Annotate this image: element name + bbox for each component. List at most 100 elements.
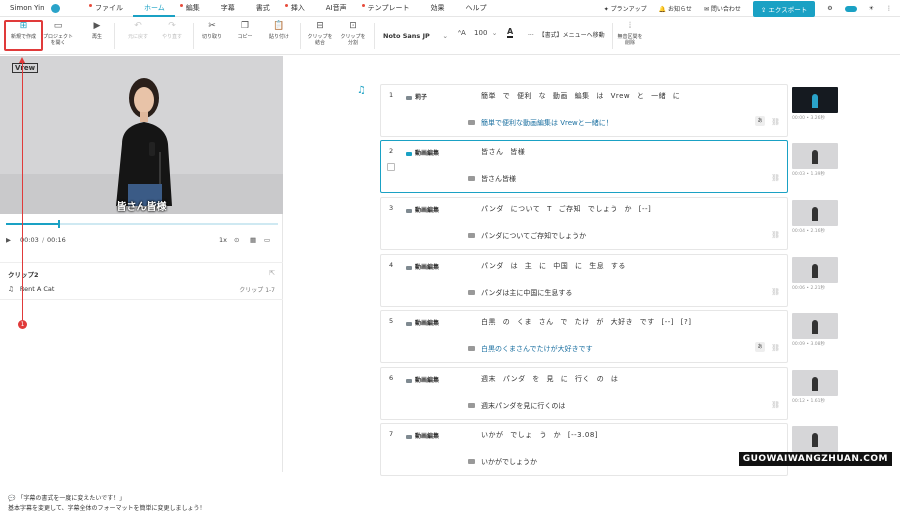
clip-row[interactable]: 2 動画編集 皆さん 皆様 皆さん皆様 ⛓ [380, 140, 788, 193]
menu-item[interactable]: 挿入 [280, 0, 315, 17]
external-link-icon[interactable]: ⇱ [269, 269, 275, 277]
speaker-icon [406, 321, 412, 326]
menu-item[interactable]: AI音声 [315, 0, 357, 17]
clip-words[interactable]: 皆さん 皆様 [481, 147, 525, 157]
clip-words[interactable]: パンダ は 主 に 中国 に 生息 する [481, 261, 626, 271]
copy-button[interactable]: ❐ コピー [234, 21, 256, 40]
clip-thumbnail-column [792, 423, 838, 476]
font-size-control[interactable]: ᴬA 100 ⌄ [458, 29, 498, 37]
clip-number: 2 [389, 147, 394, 155]
format-menu-link[interactable]: ··· 【書式】メニューへ移動 [528, 30, 605, 39]
clip-thumbnail[interactable] [792, 87, 838, 113]
plan-upgrade-link[interactable]: ✦ プランアップ [604, 4, 647, 13]
link-icon[interactable]: ⛓ [771, 401, 780, 409]
clip-row[interactable]: 4 動画編集 パンダ は 主 に 中国 に 生息 する パンダは主に中国に生息する ⛓ [380, 254, 788, 307]
thumbnail-figure [812, 433, 818, 447]
copy-icon: ❐ [240, 21, 250, 31]
link-icon[interactable]: ⛓ [771, 344, 780, 352]
clip-row[interactable]: 1 莉子 簡単 で 便利 な 動画 編集 は Vrew と 一緒 に簡単で便利な動画… [380, 84, 788, 137]
paste-button[interactable]: 📋 貼り付け [266, 21, 292, 40]
new-dot-icon [89, 3, 92, 7]
contact-link[interactable]: ✉ 問い合わせ [704, 4, 741, 13]
toolbar-divider [114, 23, 115, 49]
link-icon[interactable]: ⛓ [771, 118, 780, 126]
undo-button[interactable]: ↶ 元に戻す [124, 21, 152, 40]
clip-words[interactable]: 白黒 の くま さん で たけ が 大好き です [--] [?] [481, 317, 691, 327]
speaker-selector[interactable]: 動画編集 [406, 375, 439, 384]
text-style-button[interactable]: あ [755, 116, 765, 126]
fullscreen-icon[interactable]: ▭ [264, 236, 270, 244]
export-button[interactable]: ⇪ エクスポート [752, 0, 816, 17]
speaker-selector[interactable]: 動画編集 [406, 318, 439, 327]
menu-item[interactable]: テンプレート [357, 0, 420, 17]
menu-item[interactable]: 書式 [245, 0, 280, 17]
clip-thumbnail[interactable] [792, 426, 838, 452]
split-clip-button[interactable]: ⊡ クリップを 分割 [339, 21, 367, 46]
player-controls: ▶ 00:03 / 00:16 1x ⊙ ▦ ▭ [6, 236, 271, 244]
theme-toggle[interactable] [844, 5, 857, 12]
menu-item[interactable]: 編集 [175, 0, 210, 17]
clip-thumbnail[interactable] [792, 257, 838, 283]
subtitle-text[interactable]: 週末パンダを見に行くのは [481, 401, 565, 411]
clip-row[interactable]: 7動画編集いかが でしょ う か [--3.08]いかがでしょうか⛓ [380, 423, 788, 476]
settings-gear-icon[interactable]: ⚙ [827, 5, 832, 12]
sun-icon[interactable]: ☀ [869, 5, 874, 12]
clip-row[interactable]: 5 動画編集 白黒 の くま さん で たけ が 大好き です [--] [?] 白黒… [380, 310, 788, 363]
user-name: Simon Yin [10, 4, 45, 12]
timeline-handle[interactable] [58, 220, 60, 228]
clip-thumbnail[interactable] [792, 313, 838, 339]
music-track[interactable]: ♫ Rent A Cat [8, 285, 54, 293]
menu-item[interactable]: ファイル [84, 0, 133, 17]
playback-speed[interactable]: 1x [219, 236, 227, 244]
menu-item[interactable]: 効果 [419, 0, 454, 17]
clip-words[interactable]: いかが でしょ う か [--3.08] [481, 430, 598, 440]
clip-row[interactable]: 6 動画編集 週末 パンダ を 見 に 行く の は週末パンダを見に行くのは ⛓ [380, 367, 788, 420]
text-color-button[interactable]: A [507, 27, 514, 38]
open-project-button[interactable]: ▭ プロジェクト を開く [42, 21, 74, 46]
transcript-editor: ♫ 1 莉子 簡単 で 便利 な 動画 編集 は Vrew と 一緒 に簡単で便利な… [284, 56, 900, 476]
screenshot-icon[interactable]: ⊙ [234, 236, 239, 244]
subtitle-text[interactable]: いかがでしょうか [481, 457, 537, 467]
menu-item[interactable]: ホーム [133, 0, 175, 17]
clip-thumbnail[interactable] [792, 200, 838, 226]
clip-thumbnail[interactable] [792, 143, 838, 169]
speaker-selector[interactable]: 動画編集 [406, 205, 439, 214]
notice-link[interactable]: 🔔 お知らせ [659, 4, 692, 13]
left-pane: Vrew 皆さん皆様 ▶ 00:03 / 00:16 1x ⊙ ▦ ▭ クリップ… [0, 56, 283, 512]
redo-button[interactable]: ↷ やり直す [158, 21, 186, 40]
menu-item[interactable]: 字幕 [210, 0, 245, 17]
clip-words[interactable]: 週末 パンダ を 見 に 行く の は [481, 374, 618, 384]
subtitle-text[interactable]: パンダは主に中国に生息する [481, 288, 572, 298]
speaker-selector[interactable]: 莉子 [406, 92, 427, 101]
subtitle-text[interactable]: 簡単で便利な動画編集は Vrewと一緒に！ [481, 118, 613, 128]
link-icon[interactable]: ⛓ [771, 231, 780, 239]
subtitle-text[interactable]: 皆さん皆様 [481, 174, 516, 184]
text-style-button[interactable]: あ [755, 342, 765, 352]
merge-clip-button[interactable]: ⊟ クリップを 結合 [306, 21, 334, 46]
menu-item[interactable]: ヘルプ [454, 0, 496, 17]
speaker-selector[interactable]: 動画編集 [406, 431, 439, 440]
play-button[interactable]: ▶ 再生 [86, 21, 108, 40]
more-icon[interactable]: ⋮ [886, 5, 892, 12]
playback-timeline[interactable] [6, 220, 278, 228]
play-icon[interactable]: ▶ [6, 236, 11, 244]
grid-icon[interactable]: ▦ [250, 236, 256, 244]
avatar-icon[interactable] [50, 3, 60, 13]
speaker-selector[interactable]: 動画編集 [406, 148, 439, 157]
cut-button[interactable]: ✂ 切り取り [200, 21, 224, 40]
link-icon[interactable]: ⛓ [771, 174, 780, 182]
subtitle-text[interactable]: 白黒のくまさんでたけが大好きです [481, 344, 593, 354]
clip-words[interactable]: 簡単 で 便利 な 動画 編集 は Vrew と 一緒 に [481, 91, 680, 101]
link-icon[interactable]: ⛓ [771, 288, 780, 296]
music-note-icon[interactable]: ♫ [357, 85, 366, 96]
user-account[interactable]: Simon Yin [0, 3, 84, 13]
clip-thumbnail[interactable] [792, 370, 838, 396]
remove-silence-button[interactable]: ⦙ 無音区間を 削除 [616, 21, 644, 46]
clip-words[interactable]: パンダ について T ご存知 でしょう か [--] [481, 204, 651, 214]
clip-row[interactable]: 3 動画編集 パンダ について T ご存知 でしょう か [--] パンダについてご存… [380, 197, 788, 250]
presenter-figure [0, 78, 283, 214]
speaker-selector[interactable]: 動画編集 [406, 262, 439, 271]
subtitle-text[interactable]: パンダについてご存知でしょうか [481, 231, 586, 241]
font-family-select[interactable]: Noto Sans JP ⌄ [380, 29, 450, 43]
video-preview[interactable]: Vrew 皆さん皆様 [0, 56, 283, 214]
